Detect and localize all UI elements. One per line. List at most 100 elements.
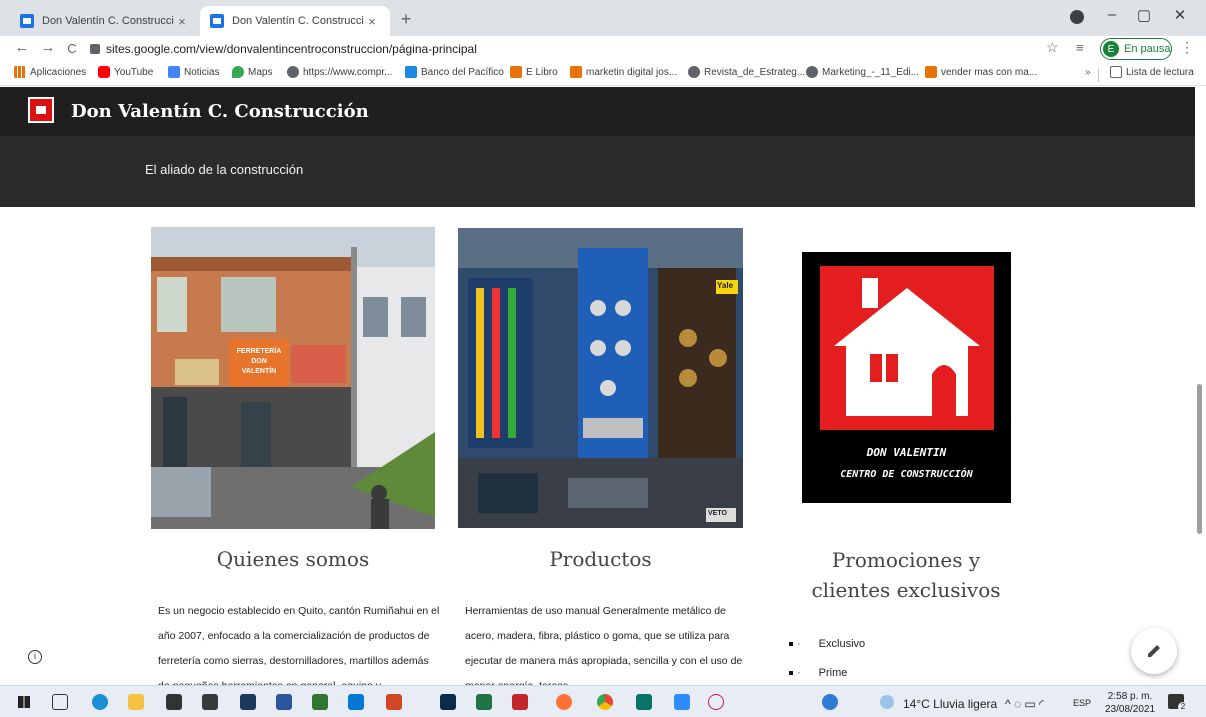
snipping-tool-icon[interactable]	[708, 694, 724, 710]
apps-grid-icon	[14, 66, 26, 78]
bookmark-item[interactable]: Revista_de_Estrateg...	[688, 66, 805, 78]
products-image	[458, 228, 743, 528]
clock-time: 2:58 p. m.	[1107, 691, 1153, 702]
tab-title: Don Valentín C. Construcción	[232, 15, 364, 27]
bookmark-item[interactable]: Noticias	[168, 66, 220, 78]
yale-brand-label: Yale	[717, 281, 734, 290]
help-icon[interactable]	[822, 694, 838, 710]
list-item: · Exclusivo	[789, 638, 865, 650]
more-bookmarks-icon[interactable]: »	[1085, 67, 1091, 78]
close-tab-icon[interactable]: ×	[174, 14, 190, 29]
veto-brand-label: VETO	[708, 510, 727, 517]
app-icon[interactable]	[240, 694, 256, 710]
house-icon	[834, 278, 980, 416]
zoom-icon[interactable]	[674, 694, 690, 710]
browser-tab[interactable]: Don Valentín C. Construcción ×	[10, 6, 200, 36]
edit-button[interactable]	[1131, 628, 1177, 674]
bookmark-item[interactable]: Maps	[232, 66, 272, 78]
reading-list-button[interactable]: Lista de lectura	[1110, 66, 1194, 78]
bank-icon	[405, 66, 417, 78]
weather-icon	[880, 695, 894, 709]
powerpoint-icon[interactable]	[386, 694, 402, 710]
card-title-quienes-somos: Quienes somos	[216, 547, 370, 571]
maps-pin-icon	[232, 66, 244, 78]
elibro-icon	[510, 66, 522, 78]
storefront-image	[151, 227, 435, 529]
bookmark-star-icon[interactable]: ☆	[1046, 39, 1059, 56]
profile-button[interactable]: E En pausa	[1100, 38, 1172, 60]
more-menu-icon[interactable]: ⋮	[1180, 39, 1194, 56]
card-title-promociones: Promociones y clientes exclusivos	[811, 548, 1001, 602]
news-icon	[168, 66, 180, 78]
tray-icons[interactable]: ^ ◌ ▭ ◜	[1005, 697, 1044, 711]
info-icon[interactable]: i	[28, 650, 42, 664]
logo-line-2: CENTRO DE CONSTRUCCIÓN	[840, 469, 973, 480]
close-tab-icon[interactable]: ×	[364, 14, 380, 29]
media-queue-icon[interactable]: ≡	[1076, 40, 1084, 55]
reload-button[interactable]: C	[62, 41, 82, 56]
outlook-icon[interactable]	[348, 694, 364, 710]
acrobat-icon[interactable]	[512, 694, 528, 710]
media-control-icon[interactable]	[1070, 10, 1084, 24]
chrome-icon[interactable]	[597, 694, 613, 710]
word-icon[interactable]	[276, 694, 292, 710]
elibro-icon	[570, 66, 582, 78]
youtube-icon	[98, 66, 110, 78]
address-bar[interactable]: sites.google.com/view/donvalentincentroc…	[90, 38, 1080, 60]
dropbox-icon[interactable]	[202, 694, 218, 710]
weather-text[interactable]: 14°C Lluvia ligera	[903, 697, 997, 711]
divider	[1098, 68, 1099, 82]
minimize-button[interactable]: –	[1100, 6, 1124, 23]
system-clock[interactable]: 2:58 p. m. 23/08/2021	[1105, 690, 1155, 716]
logo-text: DON VALENTIN CENTRO DE CONSTRUCCIÓN	[802, 442, 1011, 486]
brand-logo: DON VALENTIN CENTRO DE CONSTRUCCIÓN	[802, 252, 1011, 503]
profile-status: En pausa	[1124, 43, 1171, 55]
project-icon[interactable]	[312, 694, 328, 710]
about-paragraph: Es un negocio establecido en Quito, cant…	[158, 605, 440, 685]
maximize-button[interactable]: ▢	[1132, 6, 1156, 24]
bullet-icon	[789, 642, 793, 646]
bookmark-item[interactable]: E Libro	[510, 66, 558, 78]
windows-start-icon[interactable]	[18, 696, 30, 708]
bookmark-item[interactable]: https://www.compr...	[287, 66, 392, 78]
clock-date: 23/08/2021	[1105, 704, 1156, 715]
tab-title: Don Valentín C. Construcción	[42, 15, 174, 27]
browser-tab-bar: Don Valentín C. Construcción × Don Valen…	[0, 0, 1206, 36]
bookmark-item[interactable]: Marketing_-_11_Edi...	[806, 66, 919, 78]
browser-tab-active[interactable]: Don Valentín C. Construcción ×	[200, 6, 390, 36]
bookmarks-bar: Aplicaciones YouTube Noticias Maps https…	[0, 62, 1206, 86]
excel-icon[interactable]	[476, 694, 492, 710]
site-logo-icon[interactable]	[28, 97, 54, 123]
hero-band: El aliado de la construcción	[0, 136, 1195, 207]
list-item: · Prime	[789, 667, 847, 679]
bullet-icon	[789, 671, 793, 675]
bookmark-item[interactable]: vender mas con ma...	[925, 66, 1037, 78]
bookmark-item[interactable]: Aplicaciones	[14, 66, 86, 78]
store-icon[interactable]	[166, 694, 182, 710]
browser-toolbar: ← → C sites.google.com/view/donvalentinc…	[0, 36, 1206, 62]
site-favicon-icon	[20, 14, 34, 28]
task-view-icon[interactable]	[52, 694, 68, 710]
bookmark-item[interactable]: marketin digital jos...	[570, 66, 677, 78]
products-paragraph: Herramientas de uso manual Generalmente …	[465, 605, 743, 685]
bookmark-item[interactable]: Banco del Pacífico	[405, 66, 504, 78]
photoshop-icon[interactable]	[440, 694, 456, 710]
back-button[interactable]: ←	[12, 39, 32, 56]
site-tagline: El aliado de la construcción	[145, 162, 304, 177]
edge-icon[interactable]	[92, 694, 108, 710]
scrollbar-thumb[interactable]	[1197, 384, 1202, 534]
file-explorer-icon[interactable]	[128, 694, 144, 710]
bookmark-item[interactable]: YouTube	[98, 66, 153, 78]
language-indicator[interactable]: ESP	[1073, 698, 1091, 708]
site-header: Don Valentín C. Construcción	[0, 87, 1195, 136]
new-tab-button[interactable]: +	[396, 9, 416, 30]
globe-icon	[287, 66, 299, 78]
logo-line-1: DON VALENTIN	[866, 446, 947, 459]
publisher-icon[interactable]	[636, 694, 652, 710]
close-window-button[interactable]: ✕	[1168, 6, 1192, 24]
forward-button[interactable]: →	[38, 39, 58, 56]
globe-icon	[688, 66, 700, 78]
reading-list-icon	[1110, 66, 1122, 78]
site-title[interactable]: Don Valentín C. Construcción	[71, 101, 369, 122]
firefox-icon[interactable]	[556, 694, 572, 710]
